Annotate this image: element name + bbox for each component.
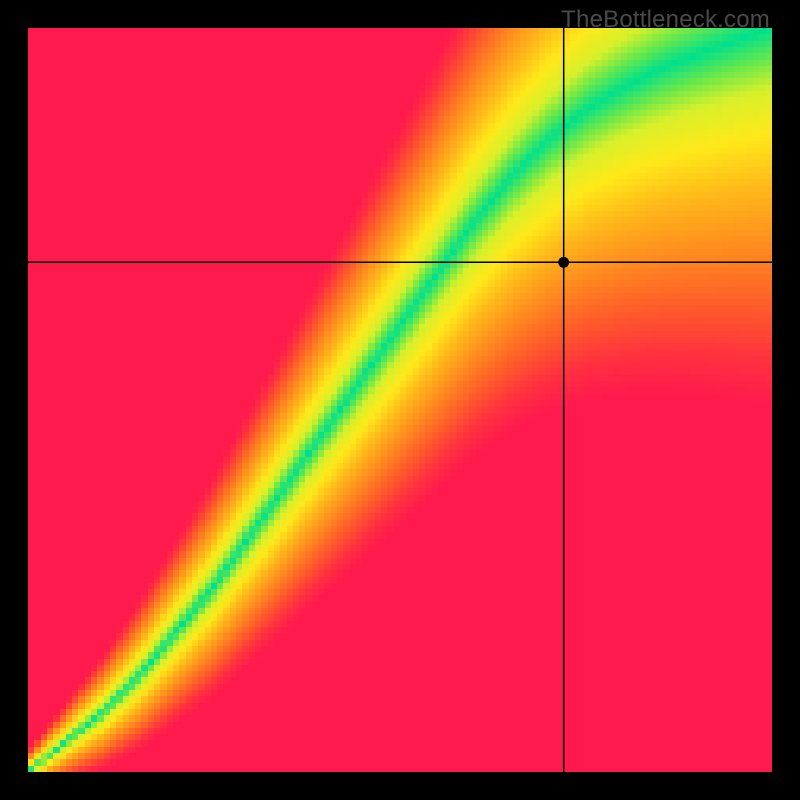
watermark-label: TheBottleneck.com <box>561 6 770 34</box>
heatmap-canvas <box>28 28 772 772</box>
heatmap-plot <box>28 28 772 772</box>
chart-frame: TheBottleneck.com <box>0 0 800 800</box>
